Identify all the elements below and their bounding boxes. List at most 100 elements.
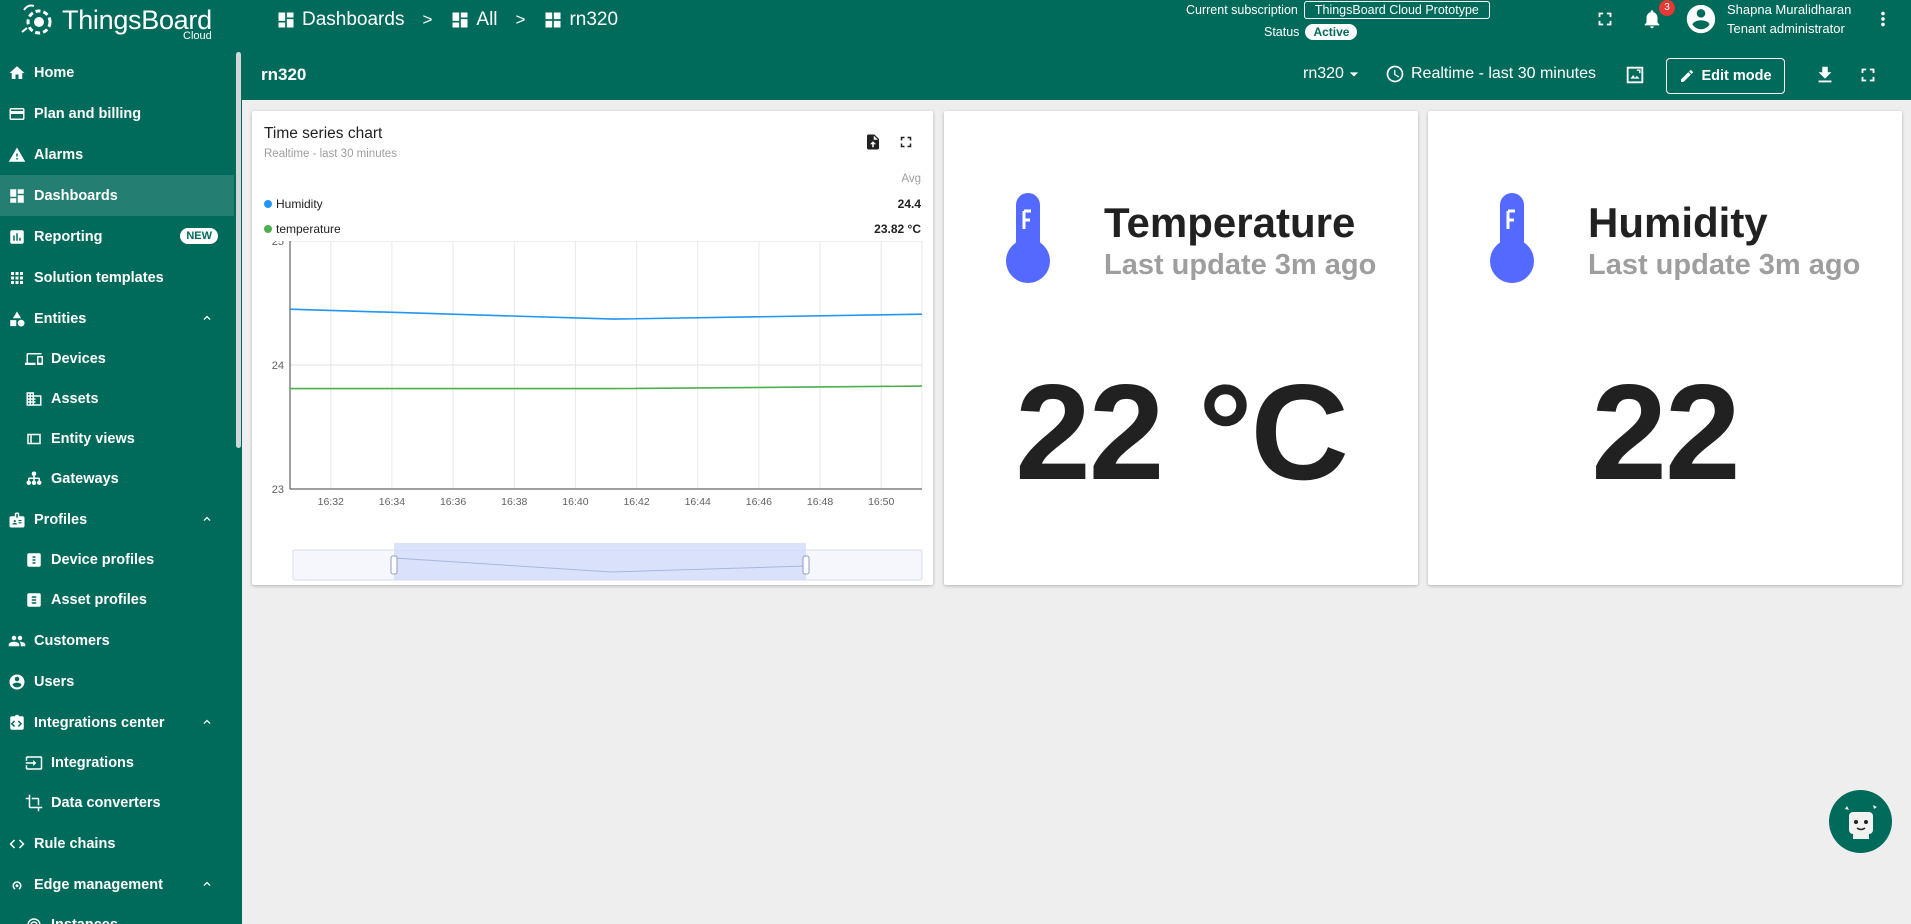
sidebar-item-integrations[interactable]: Integrations	[0, 743, 234, 783]
sidebar-item-customers[interactable]: Customers	[0, 620, 234, 661]
device-profile-icon	[27, 553, 41, 567]
sidebar-item-label: Gateways	[51, 471, 119, 487]
fullscreen-dashboard-icon[interactable]	[1857, 64, 1879, 86]
asset-profile-icon	[27, 593, 41, 607]
zoom-slider-handle-left[interactable]	[390, 555, 398, 575]
arrow-drop-down-icon	[1349, 72, 1359, 77]
x-tick-label: 16:32	[318, 496, 344, 508]
breadcrumb-all[interactable]: All	[450, 9, 498, 31]
user-role: Tenant administrator	[1727, 21, 1845, 36]
account-circle-icon[interactable]	[1684, 2, 1718, 36]
breadcrumb-separator: >	[515, 10, 526, 29]
chevron-up-icon[interactable]	[200, 311, 214, 325]
legend-series-name: temperature	[276, 222, 341, 236]
subscription-plan-chip[interactable]: ThingsBoard Cloud Prototype	[1303, 1, 1490, 19]
sidebar-item-users[interactable]: Users	[0, 661, 234, 702]
temperature-value-card: Temperature Last update 3m ago 22 °C	[944, 111, 1418, 585]
sidebar-scrollbar[interactable]	[236, 52, 241, 448]
card-last-update: Last update 3m ago	[1588, 249, 1861, 281]
sidebar-item-reporting[interactable]: Reporting NEW	[0, 216, 234, 257]
sidebar-item-label: Data converters	[51, 795, 161, 811]
legend-item-temperature[interactable]: temperature 23.82 °C	[264, 222, 921, 236]
sidebar-item-asset-profiles[interactable]: Asset profiles	[0, 580, 234, 620]
sidebar-item-label: Alarms	[34, 146, 84, 163]
legend-item-humidity[interactable]: Humidity 24.4	[264, 197, 921, 211]
notification-count-badge: 3	[1659, 0, 1675, 16]
zoom-slider-top-bar	[394, 543, 806, 550]
widget-fullscreen-icon[interactable]	[897, 133, 915, 151]
chevron-up-icon[interactable]	[200, 512, 214, 526]
y-tick-label: 23	[272, 484, 284, 496]
dashboard-state-select[interactable]: rn320	[1303, 64, 1364, 84]
x-tick-label: 16:34	[379, 496, 405, 508]
sidebar-item-gateways[interactable]: Gateways	[0, 459, 234, 499]
fullscreen-icon[interactable]	[1594, 8, 1616, 30]
sidebar-item-label: Assets	[51, 391, 99, 407]
sidebar-item-label: Device profiles	[51, 552, 155, 568]
sidebar-item-label: Asset profiles	[51, 592, 147, 608]
integrations-icon	[25, 756, 43, 770]
edit-pencil-icon	[1681, 69, 1694, 82]
logo[interactable]: ThingsBoard Cloud	[18, 0, 212, 44]
sidebar-item-integrations-center[interactable]: Integrations center	[0, 702, 234, 743]
edit-mode-button[interactable]: Edit mode	[1666, 58, 1785, 94]
sidebar-item-label: Devices	[51, 351, 106, 367]
dashboard-group-icon	[452, 12, 468, 28]
x-tick-label: 16:48	[807, 496, 833, 508]
y-tick-label: 24	[272, 360, 284, 372]
assets-icon	[26, 392, 42, 406]
sidebar-item-rule-chains[interactable]: Rule chains	[0, 823, 234, 864]
breadcrumb-dashboards[interactable]: Dashboards	[276, 9, 404, 31]
sidebar-item-dashboards[interactable]: Dashboards	[0, 175, 234, 216]
x-tick-label: 16:44	[685, 496, 711, 508]
sidebar-item-solution-templates[interactable]: Solution templates	[0, 257, 234, 298]
timewindow-button[interactable]: Realtime - last 30 minutes	[1385, 64, 1596, 84]
legend-avg-header: Avg	[901, 173, 921, 185]
sidebar-item-entities[interactable]: Entities	[0, 298, 234, 339]
subscription-label: Current subscription	[1186, 3, 1298, 17]
x-tick-label: 16:42	[623, 496, 649, 508]
legend-avg-value: 24.4	[897, 197, 921, 211]
sidebar-item-label: Instances	[51, 917, 118, 924]
clock-icon	[1386, 65, 1404, 83]
time-series-plot[interactable]: 25 24 23 16:32 16:34 16:36 16:38 16:40 16:42 16:4…	[252, 241, 933, 585]
sidebar-item-profiles[interactable]: Profiles	[0, 499, 234, 540]
more-vert-icon[interactable]	[1872, 8, 1894, 30]
breadcrumb: Dashboards > All > rn320	[276, 0, 618, 40]
export-csv-icon[interactable]	[864, 133, 882, 151]
card-title: Temperature	[1104, 199, 1356, 246]
sidebar-item-label: Home	[34, 64, 75, 81]
chevron-up-icon[interactable]	[200, 715, 214, 729]
sidebar-item-edge-management[interactable]: Edge management	[0, 864, 234, 905]
thermometer-icon	[1006, 193, 1050, 283]
widget-subtitle: Realtime - last 30 minutes	[264, 148, 397, 160]
timewindow-label: Realtime - last 30 minutes	[1411, 65, 1596, 82]
integrations-center-icon	[10, 714, 24, 730]
sidebar-item-device-profiles[interactable]: Device profiles	[0, 540, 234, 580]
download-icon[interactable]	[1814, 64, 1836, 86]
card-title: Humidity	[1588, 199, 1768, 246]
chevron-up-icon[interactable]	[200, 877, 214, 891]
sidebar-item-alarms[interactable]: Alarms	[0, 134, 234, 175]
sidebar-item-plan-and-billing[interactable]: Plan and billing	[0, 93, 234, 134]
sidebar-item-devices[interactable]: Devices	[0, 339, 234, 379]
entity-views-icon	[27, 433, 41, 445]
sidebar-item-data-converters[interactable]: Data converters	[0, 783, 234, 823]
image-export-icon[interactable]	[1624, 64, 1646, 86]
user-name[interactable]: Shapna Muralidharan	[1727, 2, 1851, 17]
sidebar-menu: Home Plan and billing Alarms Dashboards Repo…	[0, 52, 234, 924]
breadcrumb-label: rn320	[569, 9, 619, 30]
data-converters-icon	[25, 794, 43, 812]
instances-icon	[27, 918, 41, 924]
zoom-slider-handle-right[interactable]	[802, 555, 810, 575]
x-tick-label: 16:40	[562, 496, 588, 508]
sidebar-item-instances[interactable]: Instances	[0, 905, 234, 924]
time-series-chart-widget: Time series chart Realtime - last 30 min…	[252, 111, 933, 585]
ai-assistant-button[interactable]	[1829, 790, 1892, 853]
sidebar-item-label: Edge management	[34, 876, 163, 893]
sidebar-item-entity-views[interactable]: Entity views	[0, 419, 234, 459]
billing-icon	[9, 107, 25, 120]
sidebar-item-home[interactable]: Home	[0, 52, 234, 93]
x-tick-label: 16:50	[868, 496, 894, 508]
sidebar-item-assets[interactable]: Assets	[0, 379, 234, 419]
